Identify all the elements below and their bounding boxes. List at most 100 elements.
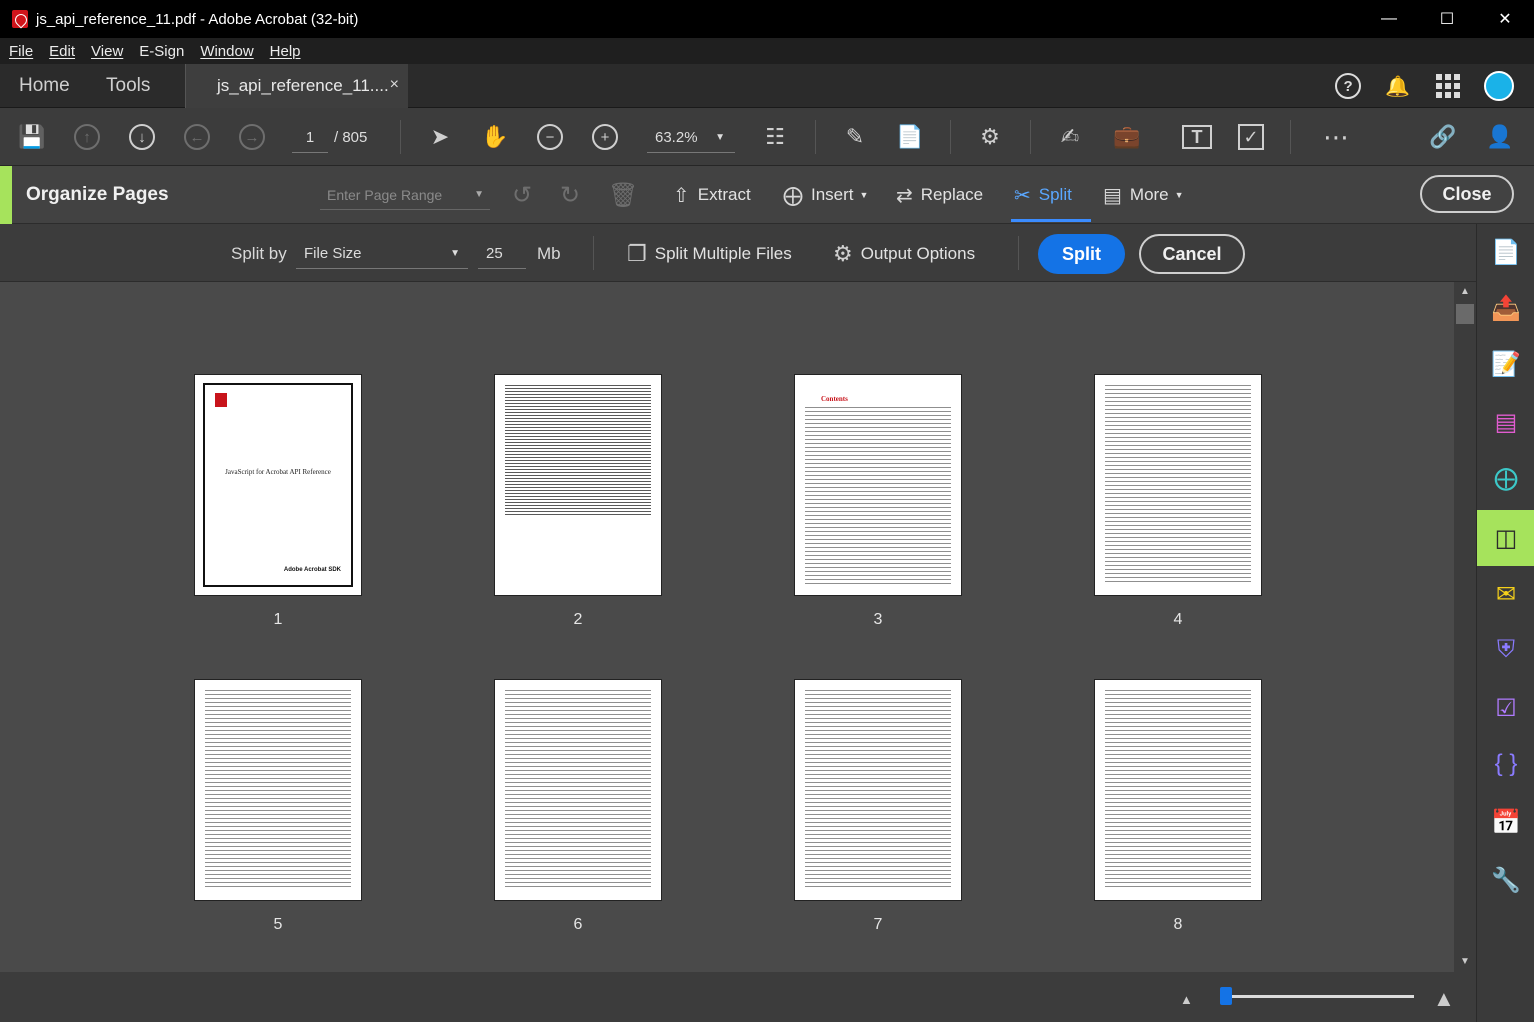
minimize-button[interactable]: — xyxy=(1360,0,1418,38)
scroll-mode-icon[interactable]: ☷ xyxy=(760,122,790,152)
edit-pdf-icon[interactable]: 📄 xyxy=(895,122,925,152)
zoom-in-icon[interactable]: + xyxy=(590,122,620,152)
scroll-up-icon[interactable]: ▲ xyxy=(1454,286,1476,297)
checkbox-icon[interactable]: ✓ xyxy=(1238,124,1264,150)
close-tab-icon[interactable]: × xyxy=(390,76,399,94)
zoom-out-icon[interactable]: − xyxy=(535,122,565,152)
more-icon[interactable]: ⋯ xyxy=(1321,122,1351,152)
edit-pdf-icon[interactable]: 📝 xyxy=(1477,336,1534,392)
delete-icon[interactable]: 🗑 xyxy=(608,178,638,212)
cancel-button[interactable]: Cancel xyxy=(1139,234,1245,274)
page-thumbnail-2[interactable] xyxy=(494,374,662,596)
apps-grid-icon[interactable] xyxy=(1436,74,1460,98)
export-pdf-icon[interactable]: 📤 xyxy=(1477,280,1534,336)
page-thumbnail-1[interactable]: JavaScript for Acrobat API Reference Ado… xyxy=(194,374,362,596)
maximize-button[interactable]: ☐ xyxy=(1418,0,1476,38)
tab-home[interactable]: Home xyxy=(19,64,70,108)
tab-tools[interactable]: Tools xyxy=(106,64,150,108)
avatar[interactable] xyxy=(1484,71,1514,101)
create-pdf-icon[interactable]: 📄 xyxy=(1477,224,1534,280)
share-link-icon[interactable]: 🔗 xyxy=(1428,122,1458,152)
slider-handle[interactable] xyxy=(1219,987,1232,1005)
chevron-down-icon: ▼ xyxy=(715,132,725,143)
page-range-input[interactable]: Enter Page Range ▼ xyxy=(320,180,490,210)
prev-page-icon[interactable]: ↑ xyxy=(72,122,102,152)
scrollbar-thumb[interactable] xyxy=(1456,304,1474,324)
close-window-button[interactable]: ✕ xyxy=(1476,0,1534,38)
vertical-scrollbar[interactable]: ▲ ▼ xyxy=(1454,282,1476,972)
large-thumbnails-icon[interactable]: ▲ xyxy=(1433,986,1455,1012)
tools-rail: 📄 📤 📝 ▤ ⨁ ◫ ✉ ⛨ ☑ { } 📅 🔧 xyxy=(1476,224,1534,1022)
output-options-button[interactable]: ⚙ Output Options xyxy=(833,238,975,270)
insert-label: Insert xyxy=(811,185,854,204)
tools-briefcase-icon[interactable]: 💼 xyxy=(1112,122,1142,152)
create-pdf-plus-icon[interactable]: ⨁ xyxy=(1477,450,1534,506)
back-icon[interactable]: ← xyxy=(182,122,212,152)
insert-button[interactable]: ⨁ Insert ▼ xyxy=(783,178,868,212)
page-thumbnail-6[interactable] xyxy=(494,679,662,901)
organize-pages-icon[interactable]: ◫ xyxy=(1477,510,1534,566)
extract-button[interactable]: ⇧ Extract xyxy=(673,178,751,212)
main-toolbar: 💾 ↑ ↓ ← → ➤ ✋ − + ☷ ✎ 📄 ⚙ ✍ 💼 T ✓ ⋯ 🔗 👤 xyxy=(0,108,1534,166)
menu-help[interactable]: Help xyxy=(270,43,301,60)
bell-icon[interactable]: 🔔 xyxy=(1385,74,1410,99)
thumbnail-size-slider[interactable] xyxy=(1220,995,1414,998)
fill-sign-icon[interactable]: ✎ xyxy=(840,122,870,152)
hand-tool-icon[interactable]: ✋ xyxy=(480,122,510,152)
tab-document[interactable]: js_api_reference_11.... × xyxy=(185,64,408,108)
page-thumbnail-5[interactable] xyxy=(194,679,362,901)
forward-icon[interactable]: → xyxy=(237,122,267,152)
split-multiple-files-button[interactable]: ❐ Split Multiple Files xyxy=(627,238,792,270)
page-thumbnail-7[interactable] xyxy=(794,679,962,901)
rich-media-icon[interactable]: { } xyxy=(1477,736,1534,792)
split-button[interactable]: Split xyxy=(1038,234,1125,274)
menu-window[interactable]: Window xyxy=(200,43,253,60)
scroll-down-icon[interactable]: ▼ xyxy=(1454,956,1476,967)
select-arrow-icon[interactable]: ➤ xyxy=(425,122,455,152)
chevron-down-icon[interactable]: ▼ xyxy=(474,180,484,210)
next-page-icon[interactable]: ↓ xyxy=(127,122,157,152)
organize-title: Organize Pages xyxy=(26,184,169,205)
save-icon[interactable]: 💾 xyxy=(17,122,47,152)
page-label-6: 6 xyxy=(573,916,583,933)
page-number-input[interactable]: 1 xyxy=(292,123,328,153)
checklist-icon[interactable]: ☑ xyxy=(1477,680,1534,736)
split-by-select[interactable]: File Size ▼ xyxy=(296,239,468,269)
scan-icon[interactable]: ⚙ xyxy=(975,122,1005,152)
menu-edit[interactable]: Edit xyxy=(49,43,75,60)
zoom-value: 63.2% xyxy=(655,129,698,146)
edit-text-icon[interactable]: ✍ xyxy=(1055,122,1085,152)
rotate-right-icon[interactable]: ↻ xyxy=(560,178,580,212)
menu-view[interactable]: View xyxy=(91,43,123,60)
text-field-icon[interactable]: T xyxy=(1182,125,1212,149)
menu-esign[interactable]: E-Sign xyxy=(139,43,184,60)
page-thumbnail-3[interactable]: Contents xyxy=(794,374,962,596)
split-tool-button[interactable]: ✂ Split xyxy=(1014,178,1072,212)
organize-icon[interactable]: ▤ xyxy=(1477,394,1534,450)
page-thumbnails-area[interactable]: JavaScript for Acrobat API Reference Ado… xyxy=(0,282,1454,972)
page-label-8: 8 xyxy=(1173,916,1183,933)
page-label-2: 2 xyxy=(573,611,583,628)
comment-icon[interactable]: ✉ xyxy=(1477,566,1534,622)
calendar-icon[interactable]: 📅 xyxy=(1477,794,1534,850)
close-organize-button[interactable]: Close xyxy=(1420,175,1514,213)
add-user-icon[interactable]: 👤 xyxy=(1485,122,1515,152)
protect-icon[interactable]: ⛨ xyxy=(1477,622,1534,678)
adobe-logo-icon xyxy=(215,393,227,407)
title-bar: js_api_reference_11.pdf - Adobe Acrobat … xyxy=(0,0,1534,38)
replace-button[interactable]: ⇄ Replace xyxy=(896,178,983,212)
organize-pages-bar: Organize Pages Enter Page Range ▼ ↺ ↻ 🗑 … xyxy=(0,166,1534,224)
rotate-left-icon[interactable]: ↺ xyxy=(512,178,532,212)
help-icon[interactable]: ? xyxy=(1335,73,1362,99)
zoom-select[interactable]: 63.2% ▼ xyxy=(647,123,735,153)
page-thumbnail-8[interactable] xyxy=(1094,679,1262,901)
file-size-input[interactable]: 25 xyxy=(478,239,526,269)
organize-accent-strip xyxy=(0,166,12,224)
more-button[interactable]: ▤ More ▼ xyxy=(1103,178,1184,212)
extract-icon: ⇧ xyxy=(673,184,690,207)
more-tools-icon[interactable]: 🔧 xyxy=(1477,852,1534,908)
menu-file[interactable]: File xyxy=(9,43,33,60)
page-total: / 805 xyxy=(334,129,368,146)
small-thumbnails-icon[interactable]: ▲ xyxy=(1180,992,1193,1007)
page-thumbnail-4[interactable] xyxy=(1094,374,1262,596)
